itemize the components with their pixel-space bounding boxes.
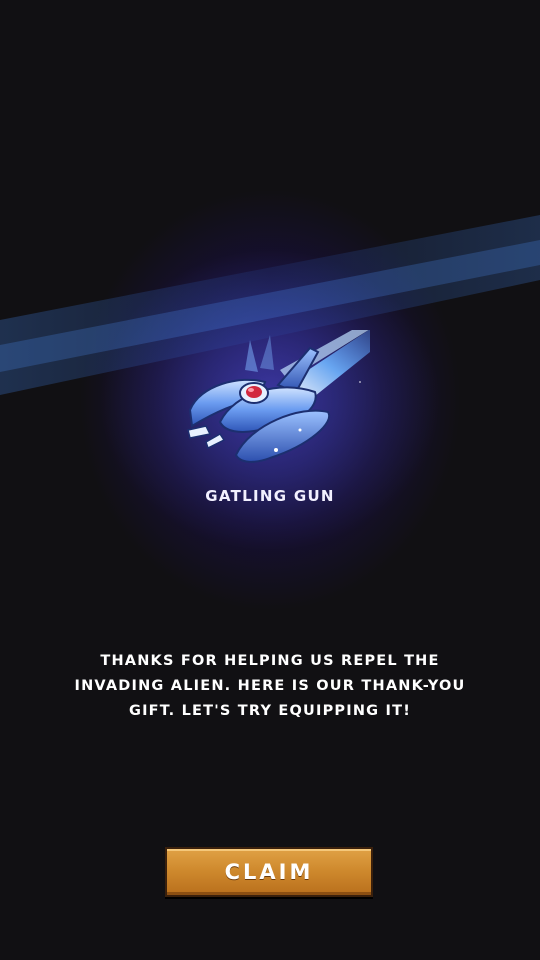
reward-item-name: GATLING GUN bbox=[205, 487, 335, 505]
claim-button-label: CLAIM bbox=[224, 860, 314, 884]
claim-button[interactable]: CLAIM bbox=[165, 847, 373, 897]
gatling-gun-ship-icon bbox=[170, 308, 410, 480]
reward-screen: GATLING GUN THANKS FOR HELPING US REPEL … bbox=[0, 0, 540, 960]
reward-message: THANKS FOR HELPING US REPEL THE INVADING… bbox=[74, 653, 466, 719]
